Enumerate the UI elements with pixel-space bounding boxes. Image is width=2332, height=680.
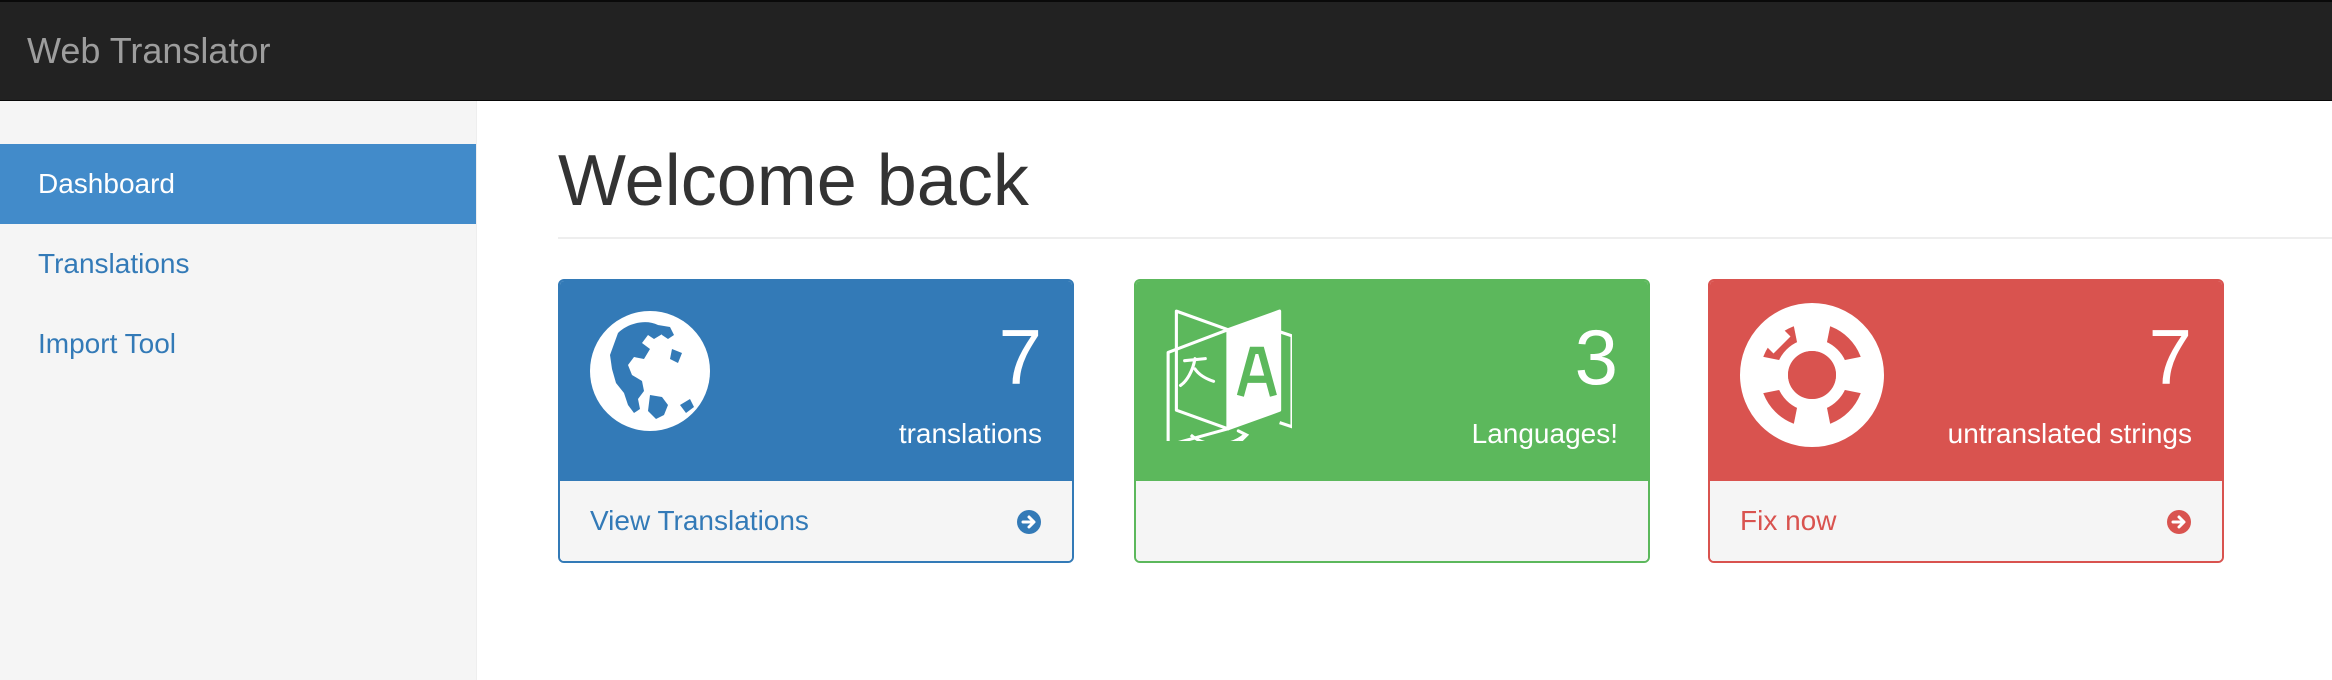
language-icon: [1166, 309, 1292, 441]
sidebar-item-translations[interactable]: Translations: [0, 224, 476, 304]
translations-label: translations: [898, 418, 1042, 449]
top-navbar: Web Translator: [0, 0, 2332, 101]
page-header: Welcome back: [558, 137, 2332, 239]
sidebar-item-import-tool[interactable]: Import Tool: [0, 304, 476, 384]
panel-footer[interactable]: Fix now: [1710, 479, 2222, 561]
panel-heading: 7 translations: [560, 281, 1072, 479]
sidebar: Dashboard Translations Import Tool: [0, 101, 477, 680]
sidebar-item-dashboard[interactable]: Dashboard: [0, 144, 476, 224]
life-ring-icon: [1740, 303, 1884, 447]
view-translations-link[interactable]: View Translations: [590, 503, 809, 539]
untranslated-label: untranslated strings: [1947, 418, 2192, 449]
panel-footer: [1136, 479, 1648, 561]
panel-footer[interactable]: View Translations: [560, 479, 1072, 561]
panel-heading: 7 untranslated strings: [1710, 281, 2222, 479]
brand-link[interactable]: Web Translator: [27, 29, 270, 73]
untranslated-panel: 7 untranslated strings Fix now: [1708, 279, 2224, 563]
translations-count: 7: [998, 313, 1042, 401]
arrow-circle-right-icon[interactable]: [1016, 509, 1042, 535]
panel-heading: 3 Languages!: [1136, 281, 1648, 479]
translations-panel: 7 translations View Translations: [558, 279, 1074, 563]
page-title: Welcome back: [558, 141, 1029, 221]
arrow-circle-right-icon[interactable]: [2166, 509, 2192, 535]
untranslated-count: 7: [2148, 313, 2192, 401]
languages-count: 3: [1574, 313, 1618, 401]
languages-label: Languages!: [1471, 418, 1618, 449]
fix-now-link[interactable]: Fix now: [1740, 503, 1836, 539]
globe-icon: [590, 311, 710, 431]
main-content: Welcome back 7 translations View Transla…: [478, 101, 2332, 680]
languages-panel: 3 Languages!: [1134, 279, 1650, 563]
